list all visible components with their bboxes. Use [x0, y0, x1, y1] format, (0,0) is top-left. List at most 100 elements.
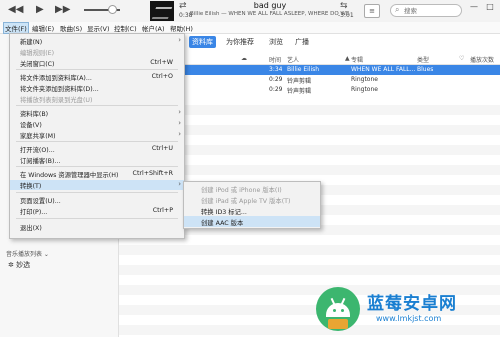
shuffle-icon[interactable]: ⇄ — [179, 1, 187, 11]
album-art[interactable] — [150, 1, 174, 21]
column-artist[interactable]: 艺人 — [287, 55, 299, 64]
menu-separator — [16, 141, 178, 142]
heart-icon[interactable]: ♡ — [459, 55, 464, 62]
menu-item-convert[interactable]: 转换(T) › — [10, 180, 184, 190]
menu-item-shortcut: Ctrl+Shift+R — [132, 170, 173, 177]
menu-item-create-aac-version[interactable]: 创建 AAC 版本 — [184, 216, 320, 227]
menu-controls[interactable]: 控制(C) — [114, 23, 137, 33]
minimize-button[interactable]: — — [468, 2, 480, 11]
menu-separator — [16, 218, 178, 219]
menu-item-label: 资料库(B) — [20, 111, 49, 118]
menu-item-home-sharing[interactable]: 家庭共享(M) › — [10, 130, 184, 140]
menu-item-label: 打开流(O)... — [20, 147, 55, 154]
menu-separator — [16, 166, 178, 167]
menu-item-add-file[interactable]: 将文件添加到资料库(A)... Ctrl+O — [10, 72, 184, 82]
restore-button[interactable]: □ — [484, 2, 496, 11]
menu-edit[interactable]: 编辑(E) — [32, 23, 54, 33]
submenu-arrow-icon: › — [178, 180, 181, 188]
menu-item-add-folder[interactable]: 将文件夹添加到资料库(D)... — [10, 83, 184, 93]
remaining-time: -3:01 — [338, 12, 354, 19]
menu-item-create-ipad-version[interactable]: 创建 iPad 或 Apple TV 版本(T) — [184, 194, 320, 205]
menu-separator — [16, 69, 178, 70]
tab-for-you[interactable]: 为你推荐 — [223, 36, 257, 48]
sidebar-item-genius[interactable]: ✲ 妙选 — [8, 260, 30, 270]
now-playing-title: bad guy — [253, 1, 287, 10]
menu-item-label: 创建 iPod 或 iPhone 版本(I) — [201, 187, 282, 194]
up-next-button[interactable]: ≡ — [364, 4, 380, 18]
song-time: 0:29 — [269, 76, 283, 83]
menu-help[interactable]: 帮助(H) — [170, 23, 193, 33]
menu-item-label: 转换 ID3 标记... — [201, 209, 247, 216]
search-input[interactable] — [404, 6, 459, 16]
menu-view[interactable]: 显示(V) — [87, 23, 110, 33]
menu-item-label: 创建 iPad 或 Apple TV 版本(T) — [201, 198, 291, 205]
menu-item-create-ipod-version[interactable]: 创建 iPod 或 iPhone 版本(I) — [184, 183, 320, 194]
menu-item-print[interactable]: 打印(P)... Ctrl+P — [10, 206, 184, 216]
menu-item-label: 在 Windows 资源管理器中显示(H) — [20, 172, 119, 179]
song-artist: 铃声剪辑 — [287, 78, 312, 85]
column-time[interactable]: 时间 — [269, 55, 281, 64]
menu-item-new[interactable]: 新建(N) › — [10, 36, 184, 46]
empty-row — [119, 265, 500, 275]
menu-item-label: 新建(N) — [20, 39, 43, 46]
menu-item-library[interactable]: 资料库(B) › — [10, 108, 184, 118]
menu-item-edit-rules[interactable]: 编辑规则(E) — [10, 47, 184, 57]
menu-item-shortcut: Ctrl+P — [152, 207, 173, 214]
menu-item-show-in-explorer[interactable]: 在 Windows 资源管理器中显示(H) Ctrl+Shift+R — [10, 169, 184, 179]
watermark-url: www.lmkjst.com — [376, 314, 442, 323]
menu-item-label: 订阅播客(B)... — [20, 158, 61, 165]
play-button[interactable]: ▶ — [36, 4, 44, 16]
previous-button[interactable]: ◀◀ — [8, 4, 23, 16]
search-icon: ⌕ — [395, 5, 400, 14]
menu-item-shortcut: Ctrl+U — [151, 145, 173, 152]
song-artist: 铃声剪辑 — [287, 88, 312, 95]
menu-item-open-stream[interactable]: 打开流(O)... Ctrl+U — [10, 144, 184, 154]
song-time: 0:29 — [269, 86, 283, 93]
tab-browse[interactable]: 浏览 — [266, 36, 286, 48]
menu-item-burn-playlist[interactable]: 将播放列表刻录到光盘(U) — [10, 94, 184, 104]
playlists-heading[interactable]: 音乐播放列表 ⌄ — [6, 249, 49, 258]
column-album[interactable]: 专辑 — [351, 55, 363, 64]
menu-item-label: 家庭共享(M) — [20, 133, 56, 140]
song-album: WHEN WE ALL FALL... — [351, 66, 415, 73]
menu-item-close-window[interactable]: 关闭窗口(C) Ctrl+W — [10, 58, 184, 68]
volume-knob[interactable] — [108, 5, 117, 14]
menu-item-label: 将播放列表刻录到光盘(U) — [20, 97, 93, 104]
menu-item-label: 将文件添加到资料库(A)... — [20, 75, 92, 82]
android-logo-icon — [316, 287, 360, 331]
submenu-arrow-icon: › — [178, 119, 181, 127]
menu-item-label: 转换(T) — [20, 183, 42, 190]
column-plays[interactable]: 播放次数 — [470, 55, 494, 64]
submenu-arrow-icon: › — [178, 108, 181, 116]
column-genre[interactable]: 类型 — [417, 55, 429, 64]
repeat-icon[interactable]: ⇆ — [340, 1, 348, 11]
cloud-icon[interactable]: ☁ — [241, 55, 247, 62]
menu-item-subscribe-podcast[interactable]: 订阅播客(B)... — [10, 155, 184, 165]
search-box[interactable]: ⌕ — [390, 4, 462, 17]
next-button[interactable]: ▶▶ — [55, 4, 70, 16]
menu-item-label: 编辑规则(E) — [20, 50, 55, 57]
empty-row — [119, 245, 500, 255]
tab-radio[interactable]: 广播 — [292, 36, 312, 48]
player-bar: ◀◀ ▶ ▶▶ ⇄ 0:38 bad guy Billie Eilish — W… — [0, 0, 500, 23]
menu-item-label: 创建 AAC 版本 — [201, 220, 244, 227]
watermark-brand: 蓝莓安卓网 — [367, 294, 457, 314]
tab-library[interactable]: 资料库 — [189, 36, 216, 48]
convert-submenu: 创建 iPod 或 iPhone 版本(I) 创建 iPad 或 Apple T… — [183, 181, 321, 229]
menu-item-exit[interactable]: 退出(X) — [10, 222, 184, 232]
submenu-arrow-icon: › — [178, 36, 181, 44]
menu-item-label: 打印(P)... — [20, 209, 48, 216]
menu-item-convert-id3[interactable]: 转换 ID3 标记... — [184, 205, 320, 216]
menu-song[interactable]: 歌曲(S) — [60, 23, 82, 33]
song-album: Ringtone — [351, 76, 378, 83]
menu-item-page-setup[interactable]: 页面设置(U)... — [10, 195, 184, 205]
menu-account[interactable]: 帐户(A) — [142, 23, 165, 33]
submenu-arrow-icon: › — [178, 130, 181, 138]
menu-item-shortcut: Ctrl+W — [150, 59, 173, 66]
menu-item-devices[interactable]: 设备(V) › — [10, 119, 184, 129]
song-album: Ringtone — [351, 86, 378, 93]
sort-ascending-icon[interactable]: ▲ — [345, 55, 350, 62]
menu-item-shortcut: Ctrl+O — [151, 73, 173, 80]
menu-item-label: 设备(V) — [20, 122, 42, 129]
song-time: 3:34 — [269, 66, 283, 73]
